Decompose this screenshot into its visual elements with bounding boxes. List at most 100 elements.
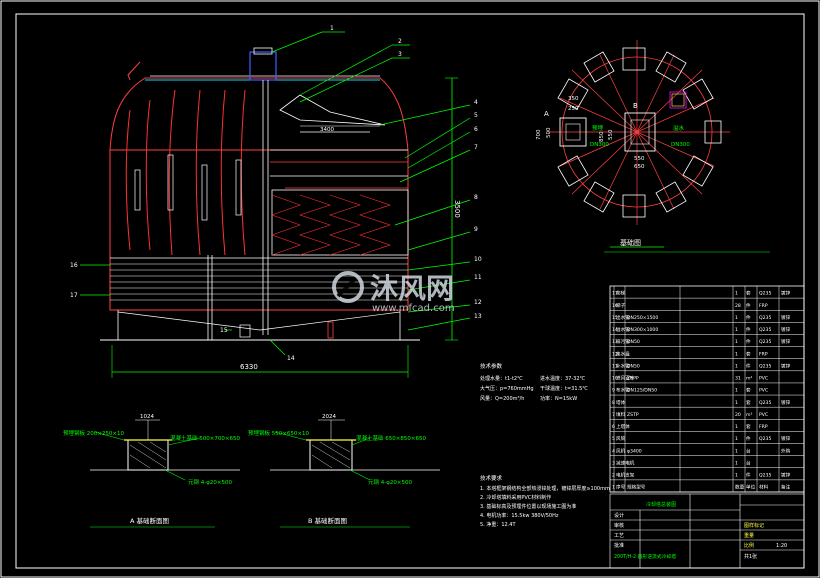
foundation-a-title: A 基础断面图 bbox=[130, 516, 169, 525]
plan-dim-3: 500 bbox=[546, 127, 552, 138]
bom-cell-qty: 1 bbox=[735, 363, 738, 369]
bom-cell-remark: 镀锌 bbox=[781, 362, 791, 369]
title-cell-process: 工艺 bbox=[614, 533, 624, 539]
callout-17: 17 bbox=[70, 292, 78, 299]
plan-note-1: 预埋 bbox=[592, 124, 604, 132]
dim-overall-height: 3500 bbox=[453, 200, 461, 218]
callout-3: 3 bbox=[398, 51, 402, 58]
tech-param-1: 处理水量：t1-t2℃ bbox=[480, 375, 523, 382]
bom-cell-material: Q235 bbox=[759, 436, 771, 442]
title-cell-approve: 批准 bbox=[614, 542, 624, 549]
bom-cell-remark: 镀锌 bbox=[781, 290, 791, 297]
bom-cell-remark: 备注 bbox=[781, 484, 791, 491]
bom-cell-material: PVC bbox=[759, 376, 768, 382]
callout-13: 13 bbox=[474, 313, 482, 320]
bom-cell-qty: 1 bbox=[735, 339, 738, 345]
plan-dim-4: 700 bbox=[536, 129, 542, 140]
bom-cell-name: 电机支架 bbox=[616, 471, 635, 478]
bom-cell-qty: 1 bbox=[735, 448, 738, 454]
callout-10: 10 bbox=[474, 256, 482, 263]
bom-cell-name: 塔体 bbox=[616, 399, 626, 406]
bom-cell-spec: DN250×1500 bbox=[627, 315, 658, 321]
bom-cell-qty: 1 bbox=[735, 460, 738, 466]
callout-15: 15 bbox=[220, 327, 228, 334]
watermark-logo-icon bbox=[332, 271, 364, 303]
bom-cell-material: FRP bbox=[759, 303, 768, 309]
bom-cell-unit: 套 bbox=[746, 387, 751, 394]
bom-cell-remark: 镀锌 bbox=[781, 471, 791, 478]
plan-view bbox=[548, 40, 770, 253]
title-drawing-name: 200T/H-2 圆形逆流式冷却塔 bbox=[614, 553, 676, 560]
bom-cell-no: 4 bbox=[612, 448, 615, 454]
plan-dim-8: 650 bbox=[634, 164, 645, 170]
bom-cell-remark: 外购 bbox=[781, 447, 791, 454]
title-sheet: 共1张 bbox=[744, 553, 757, 560]
callout-6: 6 bbox=[474, 126, 478, 133]
bom-cell-unit: 件 bbox=[746, 471, 751, 478]
bom-cell-no: 7 bbox=[612, 412, 615, 418]
bom-cell-material: FRP bbox=[759, 424, 768, 430]
bom-cell-spec: ZSPP bbox=[627, 376, 639, 382]
cad-drawing: 1 2 3 4 5 6 7 8 9 10 11 12 13 14 15 16 1… bbox=[0, 0, 820, 578]
callout-5: 5 bbox=[474, 112, 478, 119]
plan-dim-5: 550 bbox=[608, 129, 614, 140]
plan-dim-6: 850 bbox=[599, 131, 605, 142]
bom-cell-name: 爬梯 bbox=[616, 290, 626, 297]
tech-param-6: 功率：N=15kW bbox=[540, 395, 577, 402]
callout-4: 4 bbox=[474, 99, 478, 106]
bom-cell-qty: 31 bbox=[735, 376, 741, 382]
callout-12: 12 bbox=[474, 299, 482, 306]
bom-table: 17爬梯 1 套 Q235 镀锌16梯子 28 件 FRP15出水管DN250×1500 1 件 Q… bbox=[609, 285, 805, 493]
bom-cell-unit: 套 bbox=[746, 290, 751, 297]
bom-cell-material: Q235 bbox=[759, 400, 771, 406]
bom-cell-material: 材料 bbox=[759, 484, 769, 491]
tech-req-2: 2. 冷却塔填料采用PVC材料制作 bbox=[480, 494, 551, 501]
callout-1: 1 bbox=[330, 25, 334, 32]
bom-cell-unit: m³ bbox=[746, 412, 752, 418]
tech-req-1: 1. 本塔框架钢结构全部热浸锌处理，镀锌层厚度≥100mm bbox=[480, 485, 610, 492]
bom-cell-material: Q235 bbox=[759, 315, 771, 321]
bom-cell-remark: 镀锌 bbox=[781, 326, 791, 333]
tech-params: 技术参数 处理水量：t1-t2℃ 进水温度：37-32℃ 大气压：p=760mm… bbox=[480, 362, 588, 402]
bom-cell-name: 序号 bbox=[616, 484, 626, 491]
tech-param-4: 干球温度：t=31.5℃ bbox=[540, 385, 588, 392]
bom-cell-name: 风机 bbox=[616, 447, 626, 454]
title-right-2: 重量 bbox=[744, 532, 754, 539]
callout-14: 14 bbox=[287, 355, 295, 362]
foundation-a-dim: 1024 bbox=[140, 414, 154, 420]
bom-cell-qty: 1 bbox=[735, 436, 738, 442]
dimension-labels: 6330 3500 3400 bbox=[240, 127, 461, 371]
bom-cell-qty: 数量 bbox=[735, 484, 745, 491]
bom-cell-material: Q235 bbox=[759, 472, 771, 478]
bom-cell-spec: DN50 bbox=[627, 363, 640, 369]
title-cell-review: 审核 bbox=[614, 522, 624, 529]
callout-2: 2 bbox=[398, 38, 402, 45]
bom-cell-unit: 台 bbox=[746, 447, 751, 454]
bom-cell-qty: 1 bbox=[735, 315, 738, 321]
plan-dim-7: 550 bbox=[634, 156, 645, 162]
bom-cell-material: PVC bbox=[759, 388, 768, 394]
title-cell-design: 设计 bbox=[614, 512, 624, 519]
callout-9: 9 bbox=[474, 226, 478, 233]
foundation-a-bolt: 元钢 4-φ20×500 bbox=[188, 478, 232, 486]
foundation-b-bolt: 元钢 4-φ20×500 bbox=[368, 478, 412, 486]
callout-8: 8 bbox=[474, 194, 478, 201]
foundation-a-concrete: 混凝土基础 500×700×650 bbox=[170, 434, 240, 442]
bom-cell-remark: 镀锌 bbox=[781, 314, 791, 321]
title-right-3: 比例 bbox=[744, 542, 754, 549]
bom-cell-name: 风筒 bbox=[616, 435, 626, 442]
plan-dim-1: 350 bbox=[568, 96, 579, 102]
bom-cell-remark: 镀锌 bbox=[781, 435, 791, 442]
foundation-b-dim: 2024 bbox=[322, 414, 336, 420]
bom-cell-remark: 镀锌 bbox=[781, 338, 791, 345]
bom-cell-unit: 台 bbox=[746, 459, 751, 466]
bom-cell-material: Q235 bbox=[759, 363, 771, 369]
tech-req-3: 3. 基础标高及预埋件位置以现场施工图为准 bbox=[480, 503, 576, 510]
bom-cell-no: 1 bbox=[612, 485, 615, 491]
bom-cell-spec: 规格型号 bbox=[627, 484, 646, 491]
dim-overall-width: 6330 bbox=[240, 363, 258, 371]
bom-cell-spec: DN300×1000 bbox=[627, 327, 658, 333]
callout-7: 7 bbox=[474, 144, 478, 151]
bom-cell-qty: 1 bbox=[735, 327, 738, 333]
bom-cell-spec: φ3400 bbox=[627, 448, 642, 454]
